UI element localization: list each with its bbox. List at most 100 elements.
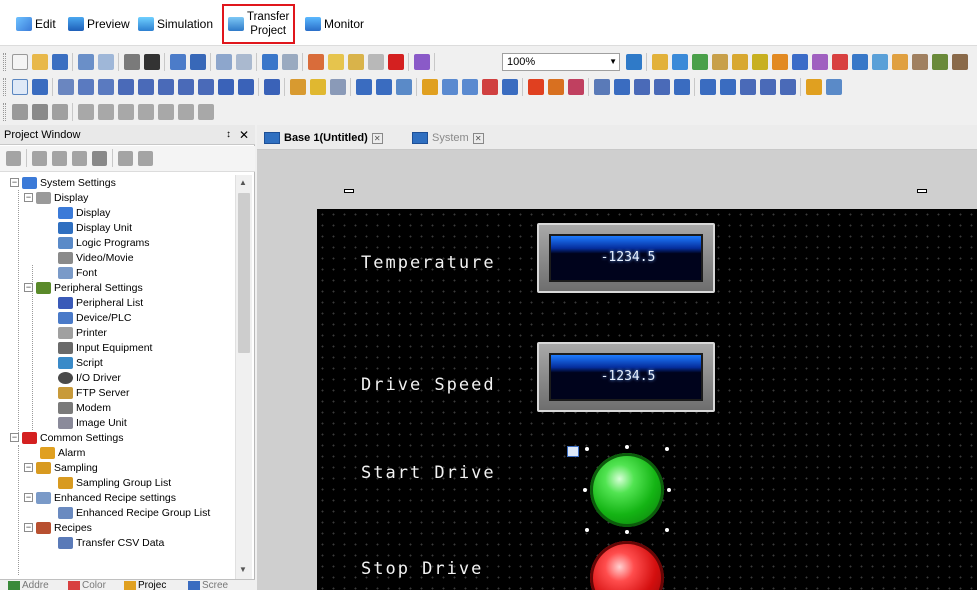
open-screen-icon[interactable]: [190, 54, 206, 70]
tree-item-printer[interactable]: Printer: [58, 325, 107, 340]
recipe-icon[interactable]: [692, 54, 708, 70]
selection-handle[interactable]: [625, 530, 629, 534]
warning-icon[interactable]: [772, 54, 788, 70]
label-stop-drive[interactable]: Stop Drive: [361, 559, 483, 579]
circle-icon[interactable]: [158, 79, 174, 95]
transfer-project-button[interactable]: Transfer Project: [222, 4, 296, 44]
undo-icon[interactable]: [262, 54, 278, 70]
new-screen-icon[interactable]: [170, 54, 186, 70]
window-icon[interactable]: [356, 79, 372, 95]
tree-item-display[interactable]: Display: [58, 205, 110, 220]
list-display-icon[interactable]: [780, 79, 796, 95]
tree-item-common-settings[interactable]: − Common Settings: [10, 430, 123, 445]
address-icon[interactable]: [652, 54, 668, 70]
list-icon[interactable]: [138, 151, 153, 166]
toolbar-grip[interactable]: [3, 53, 6, 71]
table-icon[interactable]: [218, 79, 234, 95]
collapse-icon[interactable]: −: [24, 283, 33, 292]
tree-item-enhanced-recipe-settings[interactable]: − Enhanced Recipe settings: [24, 490, 176, 505]
save-icon[interactable]: [52, 54, 68, 70]
tab-screen[interactable]: Scree: [188, 580, 228, 590]
keypad-icon[interactable]: [376, 79, 392, 95]
trend-graph-icon[interactable]: [442, 79, 458, 95]
tab-system[interactable]: System ✕: [412, 129, 484, 147]
tree-item-script[interactable]: Script: [58, 355, 103, 370]
dot-icon[interactable]: [58, 79, 74, 95]
selection-handle[interactable]: [583, 488, 587, 492]
text-icon[interactable]: [32, 79, 48, 95]
selection-handle[interactable]: [585, 447, 589, 451]
copy-item-icon[interactable]: [52, 151, 67, 166]
tools-icon[interactable]: [932, 54, 948, 70]
print-icon[interactable]: [78, 54, 94, 70]
tree-item-system-settings[interactable]: − System Settings: [10, 175, 116, 190]
picture-icon[interactable]: [568, 79, 584, 95]
selection-handle[interactable]: [585, 528, 589, 532]
start-drive-lamp[interactable]: [590, 453, 664, 527]
tree-item-io-driver[interactable]: I/O Driver: [58, 370, 121, 385]
screen-canvas[interactable]: Temperature -1234.5 Drive Speed -1234.5 …: [317, 209, 977, 590]
tree-item-device-plc[interactable]: Device/PLC: [58, 310, 131, 325]
magnifier-icon[interactable]: [567, 446, 579, 457]
light-bulb-icon[interactable]: [806, 79, 822, 95]
grid-icon[interactable]: [264, 79, 280, 95]
sampling-icon[interactable]: [892, 54, 908, 70]
line-graph-icon[interactable]: [462, 79, 478, 95]
pen-icon[interactable]: [396, 79, 412, 95]
tree-item-display-unit[interactable]: Display Unit: [58, 220, 132, 235]
toolbar-grip[interactable]: [3, 103, 6, 121]
instruction-icon[interactable]: [52, 104, 68, 120]
preview-mode-button[interactable]: Preview: [68, 8, 130, 40]
movie-icon[interactable]: [674, 79, 690, 95]
line-icon[interactable]: [78, 79, 94, 95]
import-icon[interactable]: [124, 54, 140, 70]
data-transfer-icon[interactable]: [614, 79, 630, 95]
rung-icon[interactable]: [32, 104, 48, 120]
rectangle-icon[interactable]: [118, 79, 134, 95]
tree-item-peripheral-list[interactable]: Peripheral List: [58, 295, 143, 310]
arc-icon[interactable]: [178, 79, 194, 95]
move-icon[interactable]: [502, 79, 518, 95]
collapse-icon[interactable]: −: [24, 493, 33, 502]
historical-icon[interactable]: [594, 79, 610, 95]
tab-color[interactable]: Color: [68, 580, 106, 590]
coil-icon[interactable]: [118, 104, 134, 120]
tree-item-modem[interactable]: Modem: [58, 400, 111, 415]
tree-item-input-equipment[interactable]: Input Equipment: [58, 340, 152, 355]
tree-item-ftp-server[interactable]: FTP Server: [58, 385, 129, 400]
file-manager-icon[interactable]: [654, 79, 670, 95]
label-temperature[interactable]: Temperature: [361, 253, 496, 273]
tree-item-transfer-csv-data[interactable]: Transfer CSV Data: [58, 535, 164, 550]
selection-handle[interactable]: [665, 528, 669, 532]
drive-speed-display[interactable]: -1234.5: [537, 342, 715, 412]
key-icon[interactable]: [752, 54, 768, 70]
tree-item-display-folder[interactable]: − Display: [24, 190, 88, 205]
tree-item-recipes[interactable]: − Recipes: [24, 520, 92, 535]
bar-graph-icon[interactable]: [422, 79, 438, 95]
tree-item-font[interactable]: Font: [58, 265, 97, 280]
tree-item-alarm[interactable]: Alarm: [40, 445, 85, 460]
collapse-icon[interactable]: −: [24, 463, 33, 472]
scroll-down-icon[interactable]: ▼: [239, 565, 247, 574]
alarm-display-icon[interactable]: [528, 79, 544, 95]
temperature-display[interactable]: -1234.5: [537, 223, 715, 293]
simulation-mode-button[interactable]: Simulation: [138, 8, 213, 40]
selection-handle[interactable]: [625, 445, 629, 449]
new-file-icon[interactable]: [12, 54, 28, 70]
copy-icon[interactable]: [328, 54, 344, 70]
selection-handle[interactable]: [667, 488, 671, 492]
collapse-icon[interactable]: −: [24, 523, 33, 532]
tree-item-image-unit[interactable]: Image Unit: [58, 415, 127, 430]
print-preview-icon[interactable]: [98, 54, 114, 70]
table-view-icon[interactable]: [740, 79, 756, 95]
tag-icon[interactable]: [792, 54, 808, 70]
collapse-icon[interactable]: −: [10, 178, 19, 187]
close-icon[interactable]: ✕: [239, 125, 249, 145]
label-start-drive[interactable]: Start Drive: [361, 463, 496, 483]
speaker-icon[interactable]: [832, 54, 848, 70]
tab-address[interactable]: Addre: [8, 580, 49, 590]
branch-end-icon[interactable]: [198, 104, 214, 120]
polyline-icon[interactable]: [98, 79, 114, 95]
close-tab-icon[interactable]: ✕: [371, 132, 383, 144]
fill-icon[interactable]: [238, 79, 254, 95]
